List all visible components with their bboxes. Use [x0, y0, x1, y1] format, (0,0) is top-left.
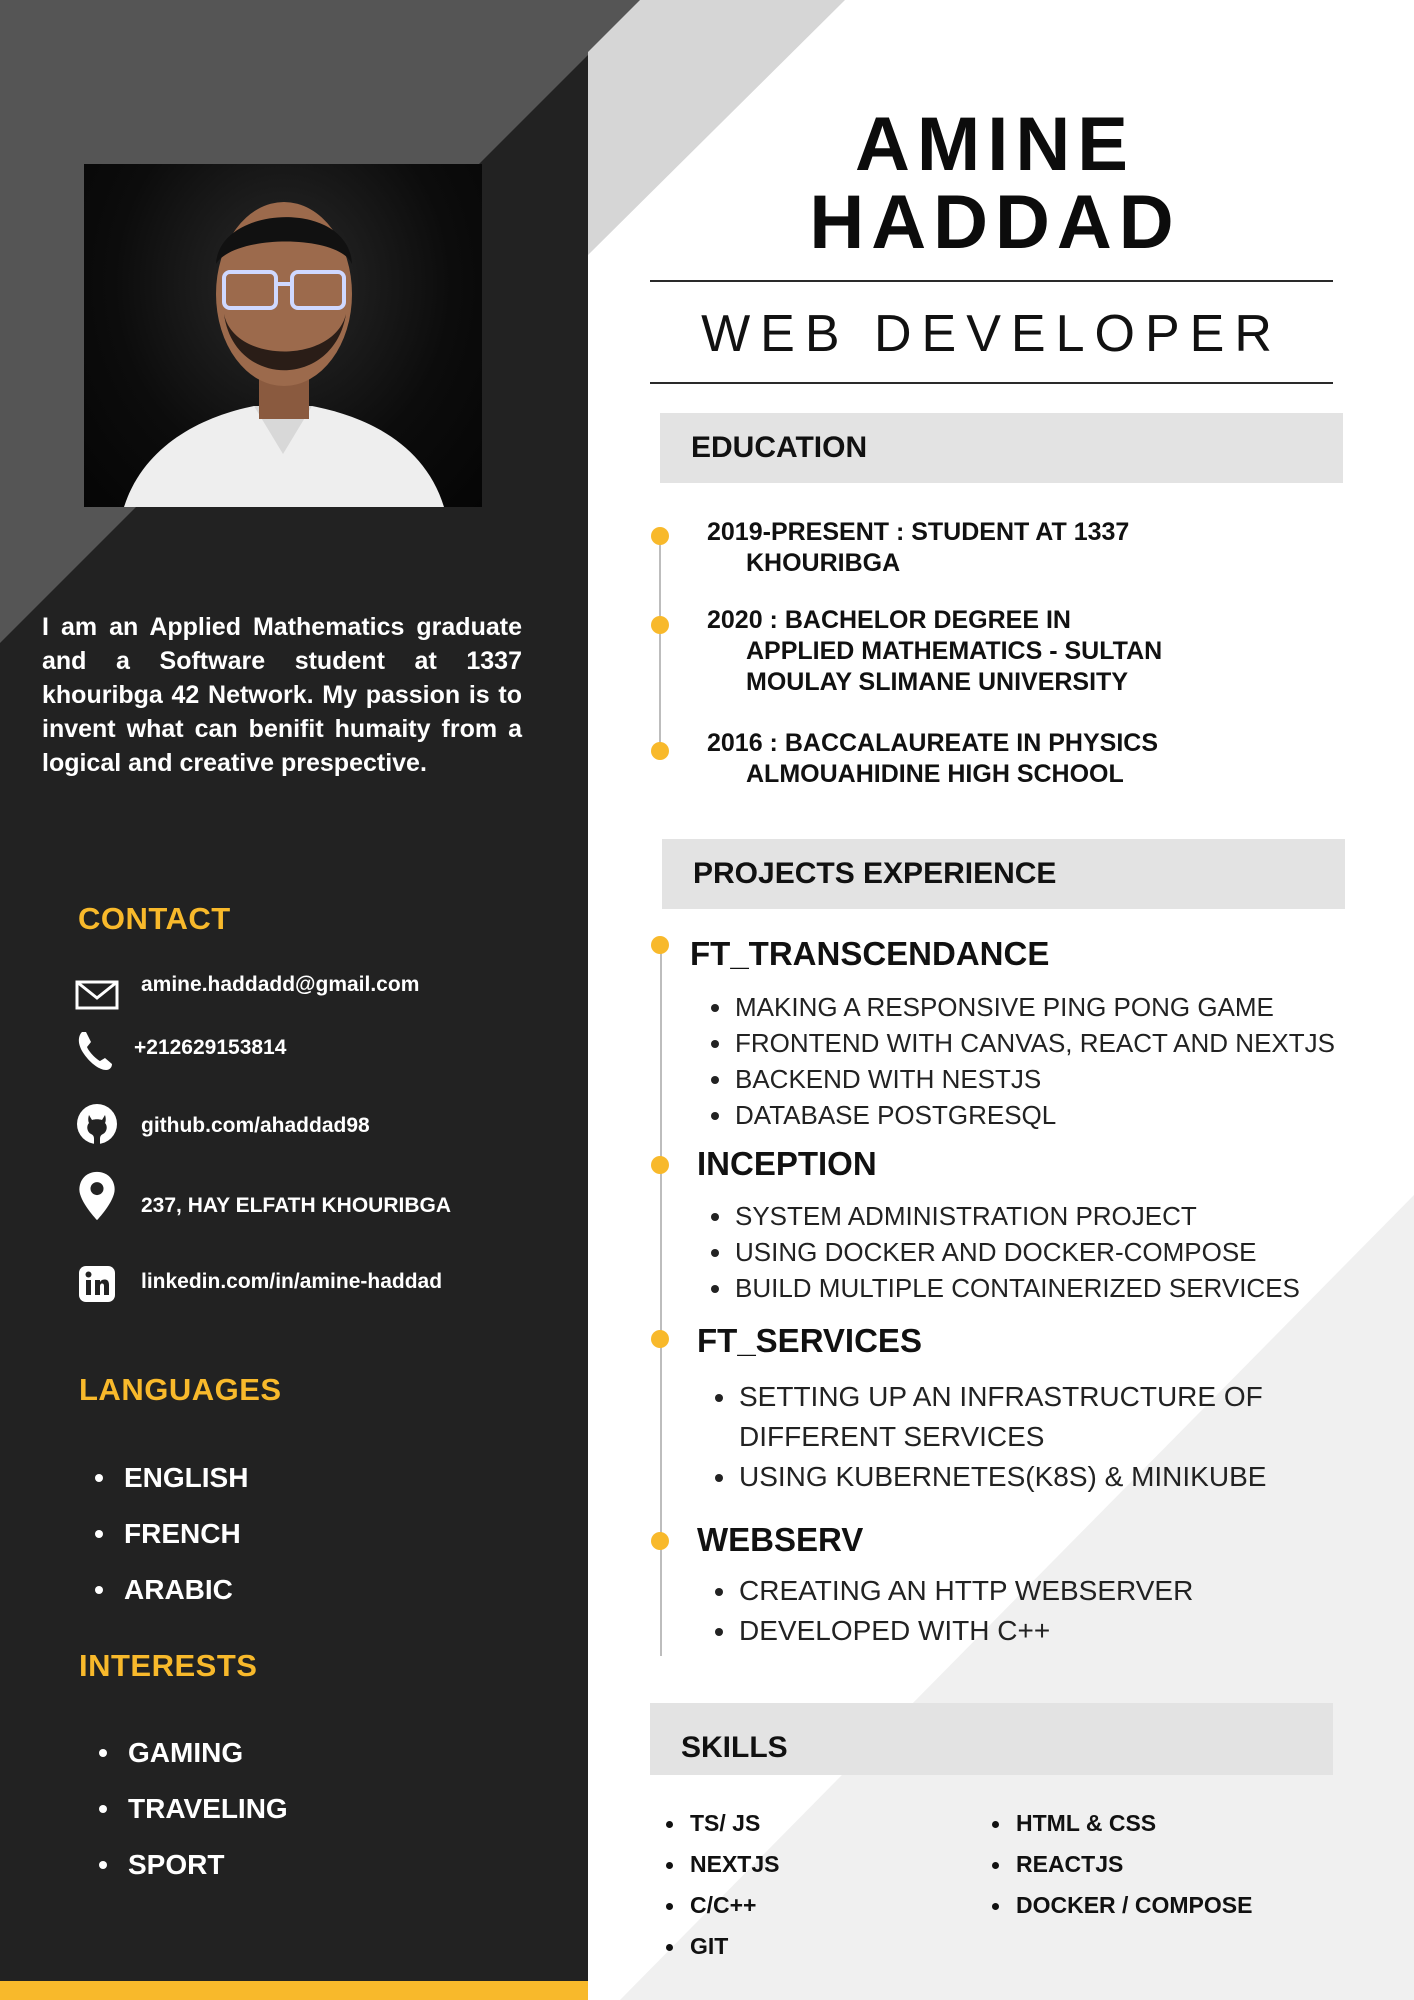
education-timeline	[659, 536, 661, 754]
skills-list-2: HTML & CSS REACTJS DOCKER / COMPOSE	[991, 1803, 1252, 1926]
project-bullets: SYSTEM ADMINISTRATION PROJECT USING DOCK…	[711, 1198, 1300, 1306]
timeline-dot	[651, 527, 669, 545]
skill-item: HTML & CSS	[991, 1803, 1252, 1844]
address-text: 237, HAY ELFATH KHOURIBGA	[141, 1194, 452, 1217]
language-item: FRENCH	[124, 1506, 248, 1562]
interest-item: SPORT	[128, 1837, 288, 1893]
skills-list-1: TS/ JS NEXTJS C/C++ GIT	[665, 1803, 779, 1967]
skill-item: C/C++	[665, 1885, 779, 1926]
phone-text: +212629153814	[134, 1036, 287, 1059]
project-bullets: CREATING AN HTTP WEBSERVER DEVELOPED WIT…	[714, 1571, 1193, 1651]
interests-heading: INTERESTS	[79, 1648, 258, 1683]
skills-heading: SKILLS	[681, 1730, 788, 1764]
job-title: WEB DEVELOPER	[701, 305, 1282, 363]
linkedin-icon	[79, 1266, 115, 1302]
education-entry: 2016 : BACCALAUREATE IN PHYSICS ALMOUAHI…	[707, 729, 1159, 788]
interest-item: TRAVELING	[128, 1781, 288, 1837]
education-heading: EDUCATION	[691, 431, 868, 464]
languages-list: ENGLISH FRENCH ARABIC	[124, 1450, 248, 1618]
divider-top	[650, 280, 1333, 282]
education-entry: 2019-PRESENT : STUDENT AT 1337 KHOURIBGA	[707, 518, 1130, 577]
education-bar: EDUCATION	[660, 413, 1343, 483]
language-item: ARABIC	[124, 1562, 248, 1618]
language-item: ENGLISH	[124, 1450, 248, 1506]
phone-icon	[78, 1032, 112, 1070]
skill-item: TS/ JS	[665, 1803, 779, 1844]
skills-bar: SKILLS	[650, 1703, 1333, 1775]
timeline-dot	[651, 936, 669, 954]
skill-item: GIT	[665, 1926, 779, 1967]
contact-phone[interactable]: +212629153814	[0, 1019, 560, 1079]
about-text: I am an Applied Mathematics graduate and…	[42, 613, 522, 777]
github-text: github.com/ahaddad98	[141, 1114, 370, 1137]
timeline-dot	[651, 1330, 669, 1348]
contact-heading: CONTACT	[78, 901, 231, 936]
project-title: WEBSERV	[697, 1521, 864, 1558]
contact-email[interactable]: amine.haddadd@gmail.com	[0, 956, 560, 1016]
last-name: HADDAD	[809, 180, 1181, 265]
projects-heading: PROJECTS EXPERIENCE	[693, 857, 1057, 890]
github-icon	[77, 1104, 117, 1144]
interest-item: GAMING	[128, 1725, 288, 1781]
mail-icon	[75, 980, 119, 1010]
project-title: INCEPTION	[697, 1145, 877, 1182]
skill-item: REACTJS	[991, 1844, 1252, 1885]
projects-bar: PROJECTS EXPERIENCE	[662, 839, 1345, 909]
first-name: AMINE	[855, 102, 1135, 187]
project-bullets: SETTING UP AN INFRASTRUCTURE OF DIFFEREN…	[714, 1377, 1266, 1497]
education-entry: 2020 : BACHELOR DEGREE IN APPLIED MATHEM…	[707, 606, 1163, 696]
location-pin-icon	[79, 1171, 115, 1221]
project-bullets: MAKING A RESPONSIVE PING PONG GAME FRONT…	[711, 989, 1335, 1133]
contact-github[interactable]: github.com/ahaddad98	[0, 1094, 560, 1154]
timeline-dot	[651, 616, 669, 634]
project-title: FT_SERVICES	[697, 1322, 922, 1359]
interests-list: GAMING TRAVELING SPORT	[128, 1725, 288, 1893]
divider-bottom	[650, 382, 1333, 384]
skill-item: NEXTJS	[665, 1844, 779, 1885]
email-text: amine.haddadd@gmail.com	[141, 973, 420, 996]
linkedin-text: linkedin.com/in/amine-haddad	[141, 1270, 443, 1293]
project-title: FT_TRANSCENDANCE	[690, 935, 1050, 972]
timeline-dot	[651, 742, 669, 760]
timeline-dot	[651, 1156, 669, 1174]
contact-address: 237, HAY ELFATH KHOURIBGA	[0, 1170, 560, 1230]
skill-item: DOCKER / COMPOSE	[991, 1885, 1252, 1926]
contact-linkedin[interactable]: linkedin.com/in/amine-haddad	[0, 1254, 560, 1314]
profile-photo	[84, 164, 482, 507]
languages-heading: LANGUAGES	[79, 1372, 282, 1407]
timeline-dot	[651, 1532, 669, 1550]
